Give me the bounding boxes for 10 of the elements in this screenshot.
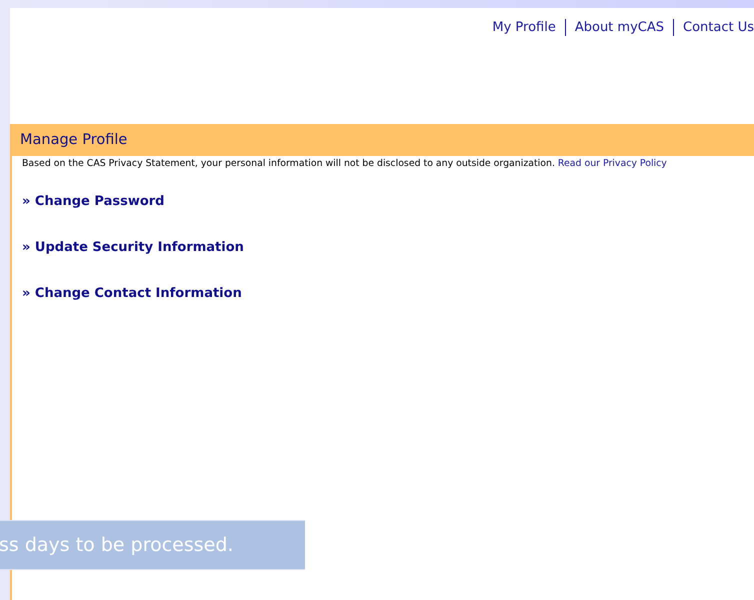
section-title: Manage Profile bbox=[20, 132, 128, 148]
privacy-policy-link[interactable]: Read our Privacy Policy bbox=[558, 158, 667, 169]
top-nav-link[interactable]: My Profile bbox=[492, 20, 556, 34]
top-nav-link[interactable]: Contact Us bbox=[683, 20, 754, 34]
top-nav-link[interactable]: About myCAS bbox=[574, 20, 664, 34]
profile-action-link[interactable]: » Change Contact Information bbox=[22, 286, 242, 301]
profile-action-link[interactable]: » Update Security Information bbox=[22, 240, 244, 255]
privacy-notice: Based on the CAS Privacy Statement, your personal information will not be disclosed to any outside organization. Read our Privacy Policy bbox=[22, 158, 668, 169]
profile-action-link[interactable]: » Change Password bbox=[22, 194, 164, 209]
banner-text: ss days to be processed. bbox=[0, 534, 234, 556]
